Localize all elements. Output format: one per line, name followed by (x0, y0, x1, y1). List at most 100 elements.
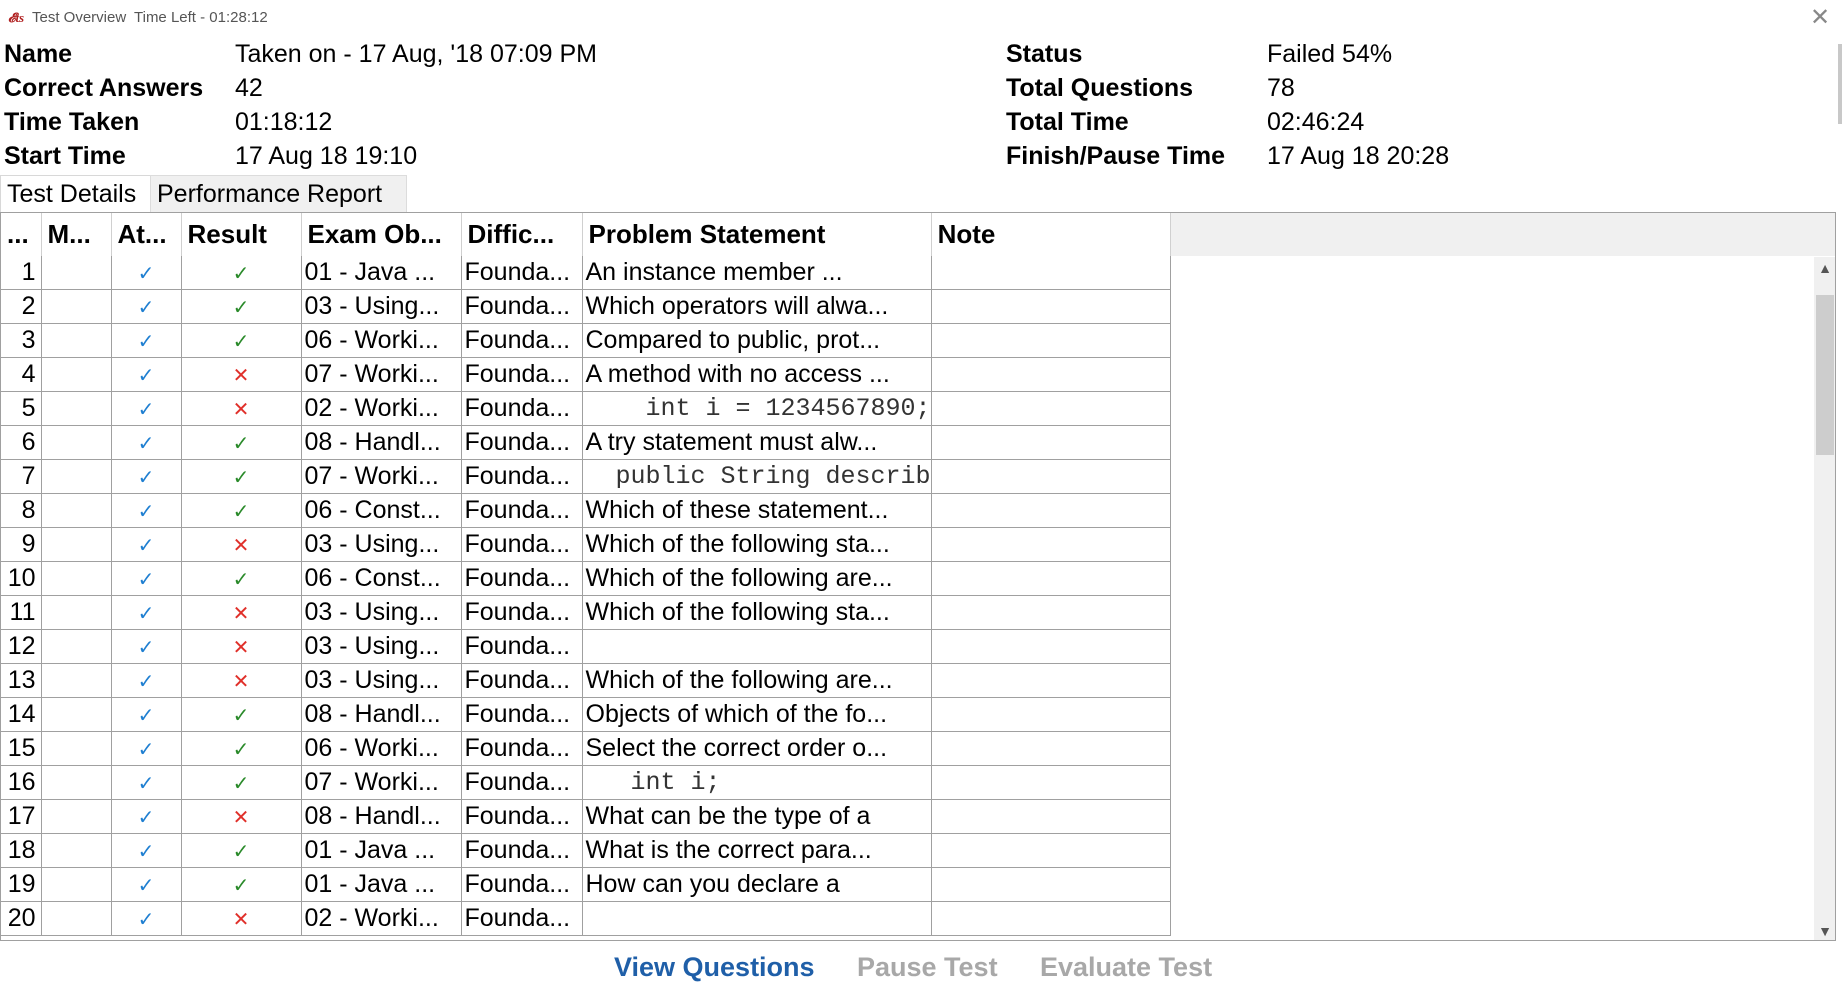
cell-wrong-cross: ✕ (181, 527, 302, 562)
row-note (931, 799, 1171, 834)
row-number: 9 (1, 527, 42, 562)
table-row[interactable]: 14 ✓ ✓ 08 - Handl... Founda... Objects of whi… (1, 697, 1171, 732)
row-problem-statement (582, 629, 932, 664)
close-icon[interactable]: ✕ (1806, 4, 1834, 32)
table-row[interactable]: 12 ✓ ✕ 03 - Using... Founda... (1, 629, 1171, 664)
correct-check-icon: ✓ (232, 433, 250, 455)
cell-correct-check: ✓ (181, 561, 302, 596)
table-row[interactable]: 13 ✓ ✕ 03 - Using... Founda... Which of the f… (1, 663, 1171, 698)
table-row[interactable]: 15 ✓ ✓ 06 - Worki... Founda... Select the cor… (1, 731, 1171, 766)
tab-test-details[interactable]: Test Details (0, 175, 160, 212)
cell-attempted-check: ✓ (111, 527, 182, 562)
row-problem-statement (582, 901, 932, 936)
row-exam-objective: 06 - Const... (301, 493, 462, 528)
row-difficulty: Founda... (461, 867, 583, 902)
row-problem-statement: A method with no access ... (582, 357, 932, 392)
table-row[interactable]: 2 ✓ ✓ 03 - Using... Founda... Which operators… (1, 289, 1171, 324)
scroll-thumb[interactable] (1816, 295, 1834, 455)
view-questions-button[interactable]: View Questions (614, 952, 815, 983)
table-row[interactable]: 19 ✓ ✓ 01 - Java ... Founda... How can you de… (1, 867, 1171, 902)
row-problem-statement: int i; (582, 765, 932, 800)
table-row[interactable]: 6 ✓ ✓ 08 - Handl... Founda... A try statement… (1, 425, 1171, 460)
questions-grid: ... M... At... Result Exam Ob... Diffic.… (0, 212, 1836, 941)
header-row: ... M... At... Result Exam Ob... Diffic.… (1, 213, 1171, 256)
row-note (931, 323, 1171, 358)
col-header-exam-objective[interactable]: Exam Ob... (301, 213, 462, 256)
correct-check-icon: ✓ (232, 331, 250, 353)
row-note (931, 289, 1171, 324)
row-difficulty: Founda... (461, 765, 583, 800)
table-row[interactable]: 5 ✓ ✕ 02 - Worki... Founda... int i = 123456… (1, 391, 1171, 426)
table-row[interactable]: 10 ✓ ✓ 06 - Const... Founda... Which of the f… (1, 561, 1171, 596)
evaluate-test-button[interactable]: Evaluate Test (1040, 952, 1212, 983)
row-difficulty: Founda... (461, 527, 583, 562)
table-row[interactable]: 16 ✓ ✓ 07 - Worki... Founda... int i; (1, 765, 1171, 800)
row-note (931, 357, 1171, 392)
correct-check-icon: ✓ (232, 467, 250, 489)
table-row[interactable]: 4 ✓ ✕ 07 - Worki... Founda... A method with n… (1, 357, 1171, 392)
row-difficulty: Founda... (461, 256, 583, 290)
attempted-check-icon: ✓ (137, 705, 155, 727)
table-row[interactable]: 3 ✓ ✓ 06 - Worki... Founda... Compared to pub… (1, 323, 1171, 358)
row-problem-statement: A try statement must alw... (582, 425, 932, 460)
row-number: 10 (1, 561, 42, 596)
row-exam-objective: 08 - Handl... (301, 799, 462, 834)
attempted-check-icon: ✓ (137, 297, 155, 319)
title-bar: 𝓔ts Test Overview Time Left - 01:28:12 ✕ (0, 0, 1842, 36)
col-header-result[interactable]: Result (181, 213, 302, 256)
vertical-scrollbar[interactable]: ▲ ▼ (1814, 257, 1835, 940)
row-marked (41, 459, 112, 494)
row-exam-objective: 03 - Using... (301, 629, 462, 664)
cell-wrong-cross: ✕ (181, 663, 302, 698)
table-row[interactable]: 20 ✓ ✕ 02 - Worki... Founda... (1, 901, 1171, 936)
row-exam-objective: 06 - Worki... (301, 731, 462, 766)
col-header-problem-statement[interactable]: Problem Statement (582, 213, 932, 256)
pause-test-button[interactable]: Pause Test (857, 952, 998, 983)
tab-performance-report[interactable]: Performance Report (150, 175, 407, 213)
row-difficulty: Founda... (461, 595, 583, 630)
scroll-down-icon[interactable]: ▼ (1814, 920, 1835, 940)
row-marked (41, 425, 112, 460)
table-row[interactable]: 11 ✓ ✕ 03 - Using... Founda... Which of the f… (1, 595, 1171, 630)
row-marked (41, 867, 112, 902)
total-questions-label: Total Questions (1006, 74, 1194, 102)
row-problem-statement: int i = 1234567890; (582, 391, 932, 426)
table-row[interactable]: 1 ✓ ✓ 01 - Java ... Founda... An instance mem… (1, 256, 1171, 290)
row-exam-objective: 08 - Handl... (301, 425, 462, 460)
row-problem-statement: Which of the following are... (582, 561, 932, 596)
table-row[interactable]: 7 ✓ ✓ 07 - Worki... Founda... public String … (1, 459, 1171, 494)
name-value: Taken on - 17 Aug, '18 07:09 PM (235, 40, 597, 68)
cell-correct-check: ✓ (181, 697, 302, 732)
col-header-note[interactable]: Note (931, 213, 1171, 256)
cell-correct-check: ✓ (181, 323, 302, 358)
row-difficulty: Founda... (461, 357, 583, 392)
table-row[interactable]: 17 ✓ ✕ 08 - Handl... Founda... What can be th… (1, 799, 1171, 834)
attempted-check-icon: ✓ (137, 875, 155, 897)
row-exam-objective: 02 - Worki... (301, 901, 462, 936)
table-row[interactable]: 9 ✓ ✕ 03 - Using... Founda... Which of the fo… (1, 527, 1171, 562)
col-header-marked[interactable]: M... (41, 213, 112, 256)
cell-wrong-cross: ✕ (181, 357, 302, 392)
row-exam-objective: 07 - Worki... (301, 357, 462, 392)
cell-attempted-check: ✓ (111, 459, 182, 494)
row-problem-statement: What is the correct para... (582, 833, 932, 868)
cell-wrong-cross: ✕ (181, 391, 302, 426)
row-difficulty: Founda... (461, 901, 583, 936)
row-number: 16 (1, 765, 42, 800)
table-row[interactable]: 8 ✓ ✓ 06 - Const... Founda... Which of these … (1, 493, 1171, 528)
row-marked (41, 901, 112, 936)
row-number: 18 (1, 833, 42, 868)
col-header-difficulty[interactable]: Diffic... (461, 213, 583, 256)
row-problem-statement: Objects of which of the fo... (582, 697, 932, 732)
table-row[interactable]: 18 ✓ ✓ 01 - Java ... Founda... What is the co… (1, 833, 1171, 868)
correct-check-icon: ✓ (232, 263, 250, 285)
row-marked (41, 833, 112, 868)
row-exam-objective: 07 - Worki... (301, 459, 462, 494)
row-exam-objective: 03 - Using... (301, 663, 462, 698)
row-note (931, 697, 1171, 732)
scroll-up-icon[interactable]: ▲ (1814, 257, 1835, 279)
cell-attempted-check: ✓ (111, 391, 182, 426)
col-header-attempted[interactable]: At... (111, 213, 182, 256)
col-header-number[interactable]: ... (1, 213, 42, 256)
correct-check-icon: ✓ (232, 501, 250, 523)
